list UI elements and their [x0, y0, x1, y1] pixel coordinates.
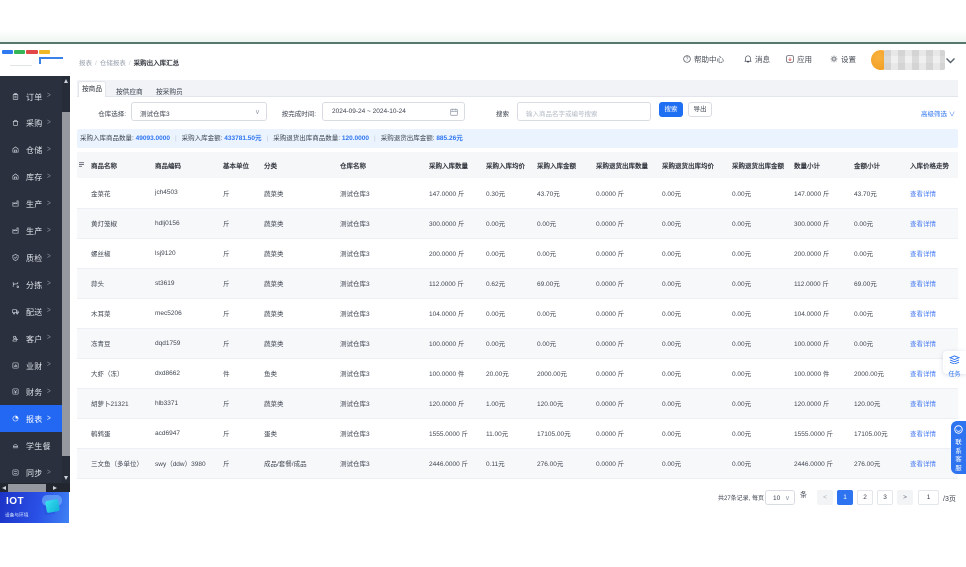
svg-text:?: ?	[686, 57, 689, 63]
